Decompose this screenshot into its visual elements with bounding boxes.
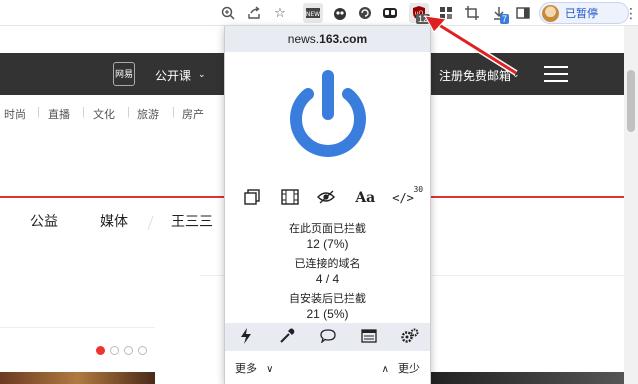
domains-label: 已连接的域名 <box>294 258 361 270</box>
power-toggle-icon[interactable] <box>286 69 370 167</box>
svg-text:NEW: NEW <box>306 11 320 18</box>
category-link[interactable]: 文化 <box>93 106 115 122</box>
more-button[interactable]: 更多 ∨ <box>235 360 273 376</box>
category-link[interactable]: 直播 <box>48 106 70 122</box>
divider <box>0 327 155 328</box>
hamburger-menu-icon[interactable] <box>544 65 568 83</box>
carousel-dot[interactable] <box>124 346 133 355</box>
browser-toolbar: ☆ NEW uO 12 7 已暂停 ⋮ <box>0 0 638 26</box>
dashboard-list-icon[interactable] <box>357 328 381 346</box>
section-link[interactable]: 王三三 <box>171 211 213 231</box>
extension-owl-icon[interactable] <box>330 3 350 23</box>
logger-speech-icon[interactable] <box>316 328 340 346</box>
popup-bottom-tools <box>225 323 430 351</box>
divider: | <box>37 106 40 118</box>
carousel-dot[interactable] <box>110 346 119 355</box>
chevron-down-icon: ⌄ <box>512 69 520 79</box>
divider: | <box>172 106 175 118</box>
mobile-logo-icon[interactable]: 网易 <box>113 62 135 86</box>
browser-menu-icon[interactable]: ⋮ <box>624 4 638 22</box>
element-picker-eyedropper-icon[interactable] <box>275 328 299 347</box>
ublock-popup: news. 163.com Aa </> 30 在此页面已拦截 12 (7%) 已连… <box>224 26 431 384</box>
script-label: </> <box>392 191 414 205</box>
blocked-page-value: 12 (7%) <box>306 237 349 251</box>
blocked-total-value: 21 (5%) <box>306 307 349 321</box>
category-link[interactable]: 旅游 <box>137 106 159 122</box>
carousel-dots <box>96 346 147 355</box>
domains-value: 4 / 4 <box>315 272 340 286</box>
scrollbar-thumb[interactable] <box>627 70 635 132</box>
profile-paused-button[interactable]: 已暂停 <box>539 2 629 24</box>
carousel-dot[interactable] <box>138 346 147 355</box>
less-label: 更少 <box>398 363 420 375</box>
pause-label: 已暂停 <box>565 8 598 20</box>
popup-domain-header: news. 163.com <box>225 26 430 52</box>
nav-item-register-mail[interactable]: 注册免费邮箱 <box>439 67 511 84</box>
more-label: 更多 <box>235 363 257 375</box>
download-icon[interactable]: 7 <box>489 3 510 24</box>
divider: | <box>127 106 130 118</box>
news-image[interactable] <box>0 372 155 384</box>
power-area <box>225 52 430 184</box>
extension-grid-icon[interactable] <box>436 3 456 23</box>
share-icon[interactable] <box>244 3 264 23</box>
blocked-page-label: 在此页面已拦截 <box>289 223 366 235</box>
extension-new-icon[interactable]: NEW <box>303 3 323 23</box>
section-link[interactable]: 公益 <box>30 211 58 231</box>
news-image[interactable] <box>431 372 624 384</box>
zap-element-icon[interactable] <box>234 327 258 347</box>
cosmetic-filter-eye-icon[interactable] <box>313 190 341 207</box>
blocked-total-label: 自安装后已拦截 <box>289 293 366 305</box>
popup-stats: 在此页面已拦截 12 (7%) 已连接的域名 4 / 4 自安装后已拦截 21 … <box>225 212 430 322</box>
script-count: 30 <box>413 185 424 194</box>
less-button[interactable]: ∧ 更少 <box>382 360 420 376</box>
star-icon[interactable]: ☆ <box>270 3 290 23</box>
category-link[interactable]: 时尚 <box>4 106 26 122</box>
zoom-icon[interactable] <box>218 3 238 23</box>
media-film-icon[interactable] <box>276 188 304 208</box>
popup-footer: 更多 ∨ ∧ 更少 <box>225 356 430 380</box>
avatar <box>542 4 559 22</box>
nav-item-open-course[interactable]: 公开课 <box>155 67 191 84</box>
chevron-down-icon: ⌄ <box>198 69 206 79</box>
crop-icon[interactable] <box>462 3 482 23</box>
domain-name: 163.com <box>319 32 368 46</box>
carousel-dot-active[interactable] <box>96 346 105 355</box>
popup-toggle-icon[interactable] <box>238 188 266 208</box>
ublock-origin-icon[interactable]: uO 12 <box>409 3 431 24</box>
download-badge: 7 <box>500 14 510 24</box>
side-panel-icon[interactable] <box>513 3 533 23</box>
category-link[interactable]: 房产 <box>182 106 204 122</box>
chevron-down-icon: ∨ <box>266 364 274 375</box>
popup-tool-row: Aa </> 30 <box>225 184 430 212</box>
chevron-up-icon: ∧ <box>381 364 389 375</box>
ublock-badge: 12 <box>416 14 431 24</box>
domain-prefix: news. <box>287 32 320 46</box>
divider: | <box>82 106 85 118</box>
section-link[interactable]: 媒体 <box>100 211 128 231</box>
divider <box>147 216 154 230</box>
extension-refresh-icon[interactable] <box>355 3 375 23</box>
remote-fonts-icon[interactable]: Aa <box>351 190 379 206</box>
javascript-icon[interactable]: </> 30 <box>389 185 423 205</box>
extension-eyes-icon[interactable] <box>380 3 400 23</box>
settings-gears-icon[interactable] <box>398 328 422 347</box>
